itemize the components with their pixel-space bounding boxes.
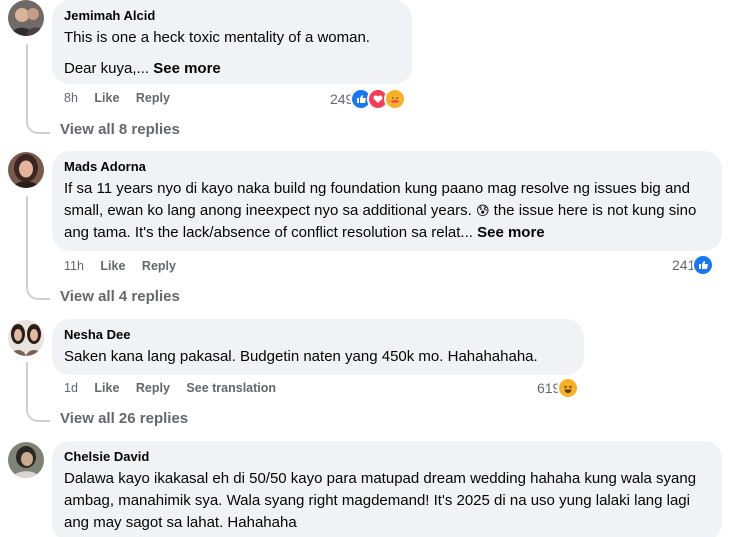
like-icon <box>692 254 715 276</box>
see-translation-link[interactable]: See translation <box>186 380 276 396</box>
reaction-summary[interactable]: 619 <box>537 377 580 399</box>
comment-time[interactable]: 8h <box>64 90 78 106</box>
comment-time[interactable]: 11h <box>64 258 84 274</box>
comment-bubble: Nesha Dee Saken kana lang pakasal. Budge… <box>52 319 584 375</box>
view-replies-link[interactable]: View all 26 replies <box>60 409 188 429</box>
comment-text: Saken kana lang pakasal. Budgetin naten … <box>64 348 538 365</box>
see-more-link[interactable]: See more <box>477 224 545 241</box>
comment-text-second: Dear kuya,... <box>64 60 150 77</box>
reply-button[interactable]: Reply <box>142 258 176 274</box>
reaction-summary[interactable]: 241 <box>672 254 715 276</box>
comment-author[interactable]: Mads Adorna <box>64 159 710 175</box>
like-button[interactable]: Like <box>94 90 119 106</box>
comment-text-continued: Dear kuya,... See more <box>64 58 400 80</box>
avatar[interactable] <box>8 442 44 478</box>
comment-text: Dalawa kayo ikakasal eh di 50/50 kayo pa… <box>64 470 697 531</box>
comment-author[interactable]: Nesha Dee <box>64 327 572 343</box>
avatar[interactable] <box>8 0 44 36</box>
reply-thread-line <box>26 196 50 300</box>
comment-bubble: Mads Adorna If sa 11 years nyo di kayo n… <box>52 151 722 251</box>
like-button[interactable]: Like <box>94 380 119 396</box>
comments-section: Jemimah Alcid This is one a heck toxic m… <box>0 0 750 537</box>
comment-actions: 8h Like Reply <box>64 90 183 106</box>
haha-icon <box>557 377 580 399</box>
reaction-summary[interactable]: 249 <box>330 88 407 110</box>
reply-button[interactable]: Reply <box>136 90 170 106</box>
avatar[interactable] <box>8 152 44 188</box>
care-icon <box>384 88 407 110</box>
reply-thread-line <box>26 362 50 422</box>
avatar[interactable] <box>8 320 44 356</box>
anxious-face-emoji: 😰 <box>475 203 490 218</box>
comment-text: This is one a heck toxic mentality of a … <box>64 29 370 46</box>
reply-thread-line <box>26 44 50 134</box>
comment-text-block: If sa 11 years nyo di kayo naka build ng… <box>64 178 710 244</box>
see-more-link[interactable]: See more <box>153 60 221 77</box>
comment-bubble: Jemimah Alcid This is one a heck toxic m… <box>52 0 412 84</box>
comment-actions: 1d Like Reply See translation <box>64 380 289 396</box>
reply-button[interactable]: Reply <box>136 380 170 396</box>
like-button[interactable]: Like <box>100 258 125 274</box>
view-replies-link[interactable]: View all 8 replies <box>60 120 180 140</box>
comment-bubble: Chelsie David Dalawa kayo ikakasal eh di… <box>52 441 722 537</box>
comment-actions: 11h Like Reply <box>64 258 189 274</box>
comment-author[interactable]: Chelsie David <box>64 449 710 465</box>
view-replies-link[interactable]: View all 4 replies <box>60 287 180 307</box>
comment-time[interactable]: 1d <box>64 380 78 396</box>
comment-author[interactable]: Jemimah Alcid <box>64 8 400 24</box>
